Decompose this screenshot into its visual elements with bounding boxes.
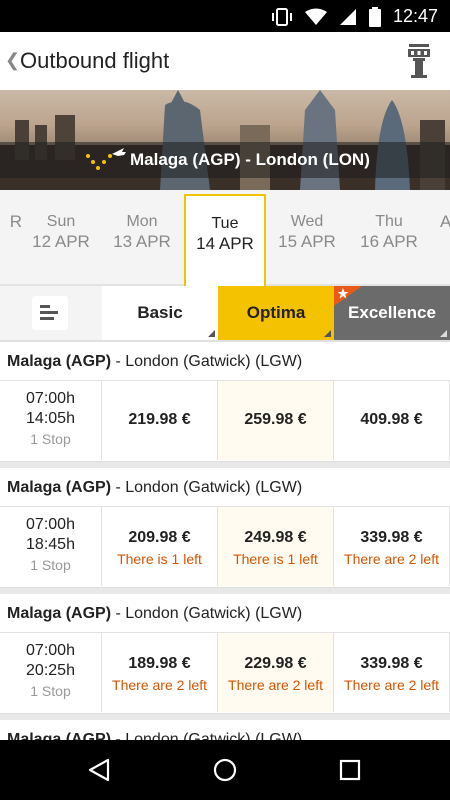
page-title: Outbound flight — [20, 48, 170, 73]
arrive-time: 20:25h — [26, 662, 75, 679]
date-day: A — [440, 212, 450, 231]
home-icon[interactable] — [212, 757, 238, 783]
price: 249.98 € — [244, 529, 307, 546]
flight-route: Malaga (AGP) - London (Gatwick) (LGW) — [7, 731, 303, 740]
sort-icon — [40, 305, 58, 320]
signal-icon — [339, 8, 356, 25]
control-tower-icon[interactable] — [408, 44, 430, 78]
sort-button[interactable] — [32, 296, 68, 330]
tab-basic[interactable]: Basic — [102, 286, 218, 340]
flight-card[interactable]: Malaga (AGP) - London (Gatwick) (LGW) — [0, 720, 450, 740]
flight-times: 07:00h 18:45h 1 Stop — [0, 506, 102, 586]
date-dow: Thu — [375, 213, 403, 230]
date-day: 15 APR — [278, 232, 336, 251]
star-badge-icon — [334, 286, 362, 306]
depart-time: 07:00h — [26, 516, 75, 533]
depart-time: 07:00h — [26, 390, 75, 407]
flight-route: Malaga (AGP) - London (Gatwick) (LGW) — [7, 605, 303, 622]
fare-optima[interactable]: 229.98 € There are 2 left — [218, 632, 334, 712]
flight-times: 07:00h 14:05h 1 Stop — [0, 380, 102, 460]
date-item[interactable]: Mon 13 APR — [101, 212, 183, 252]
stops-count: 1 Stop — [30, 431, 71, 447]
availability: There is 1 left — [233, 551, 318, 567]
flight-card[interactable]: Malaga (AGP) - London (Gatwick) (LGW) 07… — [0, 468, 450, 588]
stops-count: 1 Stop — [30, 683, 71, 699]
date-item-selected[interactable]: Tue 14 APR — [184, 194, 266, 286]
vibrate-icon — [271, 7, 292, 26]
price: 209.98 € — [128, 529, 191, 546]
price: 189.98 € — [128, 655, 191, 672]
date-day: 14 APR — [196, 234, 254, 253]
date-day: 16 APR — [360, 232, 418, 251]
fare-basic[interactable]: 219.98 € — [102, 380, 218, 460]
date-item[interactable]: R — [0, 212, 22, 232]
flight-card[interactable]: Malaga (AGP) - London (Gatwick) (LGW) 07… — [0, 342, 450, 462]
fare-tabs: Basic Optima Excellence — [0, 286, 450, 342]
availability: There are 2 left — [228, 677, 323, 693]
wifi-icon — [304, 8, 327, 25]
flight-route: Malaga (AGP) - London (Gatwick) (LGW) — [7, 353, 303, 370]
corner-indicator — [324, 330, 331, 337]
tab-label: Optima — [246, 303, 306, 322]
date-dow: Mon — [126, 213, 158, 230]
recents-icon[interactable] — [338, 758, 362, 782]
plane-icon — [86, 148, 126, 170]
date-dow: Wed — [290, 213, 324, 230]
flight-route: Malaga (AGP) - London (Gatwick) (LGW) — [7, 479, 303, 496]
app-bar: ❮ Outbound flight — [0, 32, 450, 90]
route-title: Malaga (AGP) - London (LON) — [130, 150, 370, 169]
flight-times: 07:00h 20:25h 1 Stop — [0, 632, 102, 712]
date-dow: Tue — [211, 215, 239, 232]
date-item[interactable]: Sun 12 APR — [20, 212, 102, 252]
availability: There are 2 left — [112, 677, 207, 693]
tab-label: Basic — [137, 303, 183, 322]
fare-optima[interactable]: 249.98 € There is 1 left — [218, 506, 334, 586]
fare-optima[interactable]: 259.98 € — [218, 380, 334, 460]
price: 219.98 € — [128, 411, 191, 428]
price: 339.98 € — [360, 529, 423, 546]
fare-basic[interactable]: 209.98 € There is 1 left — [102, 506, 218, 586]
fare-excellence[interactable]: 339.98 € There are 2 left — [334, 506, 450, 586]
date-item[interactable]: A — [440, 212, 450, 232]
flight-card[interactable]: Malaga (AGP) - London (Gatwick) (LGW) 07… — [0, 594, 450, 714]
tab-optima[interactable]: Optima — [218, 286, 334, 340]
availability: There is 1 left — [117, 551, 202, 567]
fare-basic[interactable]: 189.98 € There are 2 left — [102, 632, 218, 712]
system-nav-bar — [0, 740, 450, 800]
clock: 12:47 — [392, 6, 438, 26]
price: 229.98 € — [244, 655, 307, 672]
arrive-time: 18:45h — [26, 536, 75, 553]
flight-list[interactable]: Malaga (AGP) - London (Gatwick) (LGW) 07… — [0, 342, 450, 740]
date-selector[interactable]: R Sun 12 APR Mon 13 APR Tue 14 APR Wed 1… — [0, 190, 450, 286]
corner-indicator — [440, 330, 447, 337]
tab-excellence[interactable]: Excellence — [334, 286, 450, 340]
tab-label: Excellence — [348, 303, 436, 322]
stops-count: 1 Stop — [30, 557, 71, 573]
date-item[interactable]: Thu 16 APR — [348, 212, 430, 252]
depart-time: 07:00h — [26, 642, 75, 659]
price: 409.98 € — [360, 411, 423, 428]
date-day: 12 APR — [32, 232, 90, 251]
fare-excellence[interactable]: 409.98 € — [334, 380, 450, 460]
availability: There are 2 left — [344, 551, 439, 567]
date-item[interactable]: Wed 15 APR — [266, 212, 348, 252]
date-day: 13 APR — [113, 232, 171, 251]
price: 339.98 € — [360, 655, 423, 672]
status-icons: 12:47 — [271, 6, 438, 27]
back-icon[interactable] — [86, 757, 112, 783]
date-dow: Sun — [46, 213, 76, 230]
date-day: R — [9, 212, 22, 231]
status-bar: 12:47 — [0, 0, 450, 32]
fare-excellence[interactable]: 339.98 € There are 2 left — [334, 632, 450, 712]
city-banner: Malaga (AGP) - London (LON) — [0, 90, 450, 190]
arrive-time: 14:05h — [26, 410, 75, 427]
corner-indicator — [208, 330, 215, 337]
availability: There are 2 left — [344, 677, 439, 693]
chevron-left-icon[interactable]: ❮ — [5, 50, 20, 71]
battery-icon — [368, 6, 381, 27]
price: 259.98 € — [244, 411, 307, 428]
route-bar: Malaga (AGP) - London (LON) — [0, 142, 450, 178]
